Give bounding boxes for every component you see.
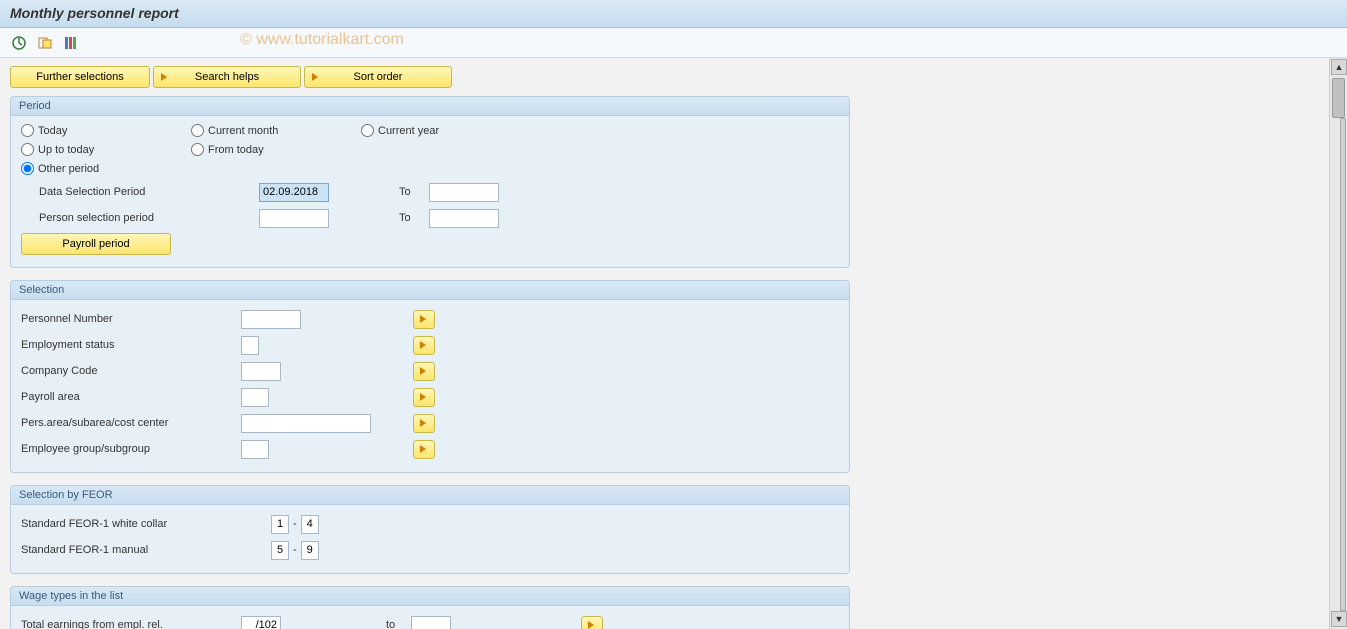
feor-legend: Selection by FEOR <box>11 486 849 505</box>
app-title: Monthly personnel report <box>10 5 179 21</box>
main-content: Further selections Search helps Sort ord… <box>0 58 1329 629</box>
label-today[interactable]: Today <box>38 125 67 137</box>
person-selection-period-label: Person selection period <box>39 212 259 224</box>
personnel-number-label: Personnel Number <box>21 313 241 325</box>
employee-group-label: Employee group/subgroup <box>21 443 241 455</box>
employee-group-multiple-button[interactable] <box>413 440 435 459</box>
total-earnings-from-input[interactable] <box>241 616 281 629</box>
pers-area-input[interactable] <box>241 414 371 433</box>
employment-status-multiple-button[interactable] <box>413 336 435 355</box>
company-code-input[interactable] <box>241 362 281 381</box>
dash-sep: - <box>293 544 297 556</box>
feor-groupbox: Selection by FEOR Standard FEOR-1 white … <box>10 485 850 574</box>
payroll-area-label: Payroll area <box>21 391 241 403</box>
arrow-right-icon <box>159 71 171 83</box>
feor-white-collar-label: Standard FEOR-1 white collar <box>21 518 271 530</box>
data-source-icon[interactable] <box>62 34 80 52</box>
arrow-right-icon <box>310 71 322 83</box>
label-from-today[interactable]: From today <box>208 144 264 156</box>
feor-white-to-input[interactable] <box>301 515 319 534</box>
pers-area-label: Pers.area/subarea/cost center <box>21 417 241 429</box>
sort-order-button[interactable]: Sort order <box>304 66 452 88</box>
feor-manual-from-input[interactable] <box>271 541 289 560</box>
data-selection-from-input[interactable] <box>259 183 329 202</box>
search-helps-button[interactable]: Search helps <box>153 66 301 88</box>
period-legend: Period <box>11 97 849 116</box>
radio-from-today[interactable] <box>191 143 204 156</box>
total-earnings-multiple-button[interactable] <box>581 616 603 629</box>
app-toolbar: © www.tutorialkart.com <box>0 28 1347 58</box>
company-code-multiple-button[interactable] <box>413 362 435 381</box>
selection-legend: Selection <box>11 281 849 300</box>
scroll-up-icon[interactable]: ▲ <box>1331 59 1347 75</box>
vertical-scrollbar[interactable]: ▲ ▼ <box>1329 58 1347 629</box>
label-up-to-today[interactable]: Up to today <box>38 144 94 156</box>
further-selections-label: Further selections <box>36 71 123 83</box>
company-code-label: Company Code <box>21 365 241 377</box>
data-selection-to-input[interactable] <box>429 183 499 202</box>
pers-area-multiple-button[interactable] <box>413 414 435 433</box>
execute-icon[interactable] <box>10 34 28 52</box>
label-current-month[interactable]: Current month <box>208 125 278 137</box>
radio-up-to-today[interactable] <box>21 143 34 156</box>
top-button-row: Further selections Search helps Sort ord… <box>10 66 1319 88</box>
wage-legend: Wage types in the list <box>11 587 849 606</box>
feor-white-from-input[interactable] <box>271 515 289 534</box>
payroll-area-multiple-button[interactable] <box>413 388 435 407</box>
person-selection-to-label: To <box>399 212 429 224</box>
payroll-area-input[interactable] <box>241 388 269 407</box>
data-selection-to-label: To <box>399 186 429 198</box>
total-earnings-to-input[interactable] <box>411 616 451 629</box>
app-title-bar: Monthly personnel report <box>0 0 1347 28</box>
watermark-text: © www.tutorialkart.com <box>240 31 404 49</box>
period-groupbox: Period Today Current month Current year … <box>10 96 850 268</box>
radio-today[interactable] <box>21 124 34 137</box>
scrollbar-thumb[interactable] <box>1332 78 1345 118</box>
selection-groupbox: Selection Personnel Number Employment st… <box>10 280 850 473</box>
variant-icon[interactable] <box>36 34 54 52</box>
wage-to-label-1: to <box>386 619 411 629</box>
radio-current-year[interactable] <box>361 124 374 137</box>
employee-group-input[interactable] <box>241 440 269 459</box>
search-helps-label: Search helps <box>195 71 259 83</box>
person-selection-to-input[interactable] <box>429 209 499 228</box>
radio-other-period[interactable] <box>21 162 34 175</box>
radio-current-month[interactable] <box>191 124 204 137</box>
feor-manual-label: Standard FEOR-1 manual <box>21 544 271 556</box>
sort-order-label: Sort order <box>354 71 403 83</box>
scroll-down-icon[interactable]: ▼ <box>1331 611 1347 627</box>
dash-sep: - <box>293 518 297 530</box>
scrollbar-inner-track[interactable] <box>1340 118 1346 611</box>
label-current-year[interactable]: Current year <box>378 125 439 137</box>
personnel-number-input[interactable] <box>241 310 301 329</box>
label-other-period[interactable]: Other period <box>38 163 99 175</box>
total-earnings-label: Total earnings from empl. rel. <box>21 619 241 629</box>
feor-manual-to-input[interactable] <box>301 541 319 560</box>
data-selection-period-label: Data Selection Period <box>39 186 259 198</box>
employment-status-label: Employment status <box>21 339 241 351</box>
payroll-period-label: Payroll period <box>62 238 129 250</box>
wage-groupbox: Wage types in the list Total earnings fr… <box>10 586 850 629</box>
personnel-number-multiple-button[interactable] <box>413 310 435 329</box>
person-selection-from-input[interactable] <box>259 209 329 228</box>
employment-status-input[interactable] <box>241 336 259 355</box>
further-selections-button[interactable]: Further selections <box>10 66 150 88</box>
payroll-period-button[interactable]: Payroll period <box>21 233 171 255</box>
